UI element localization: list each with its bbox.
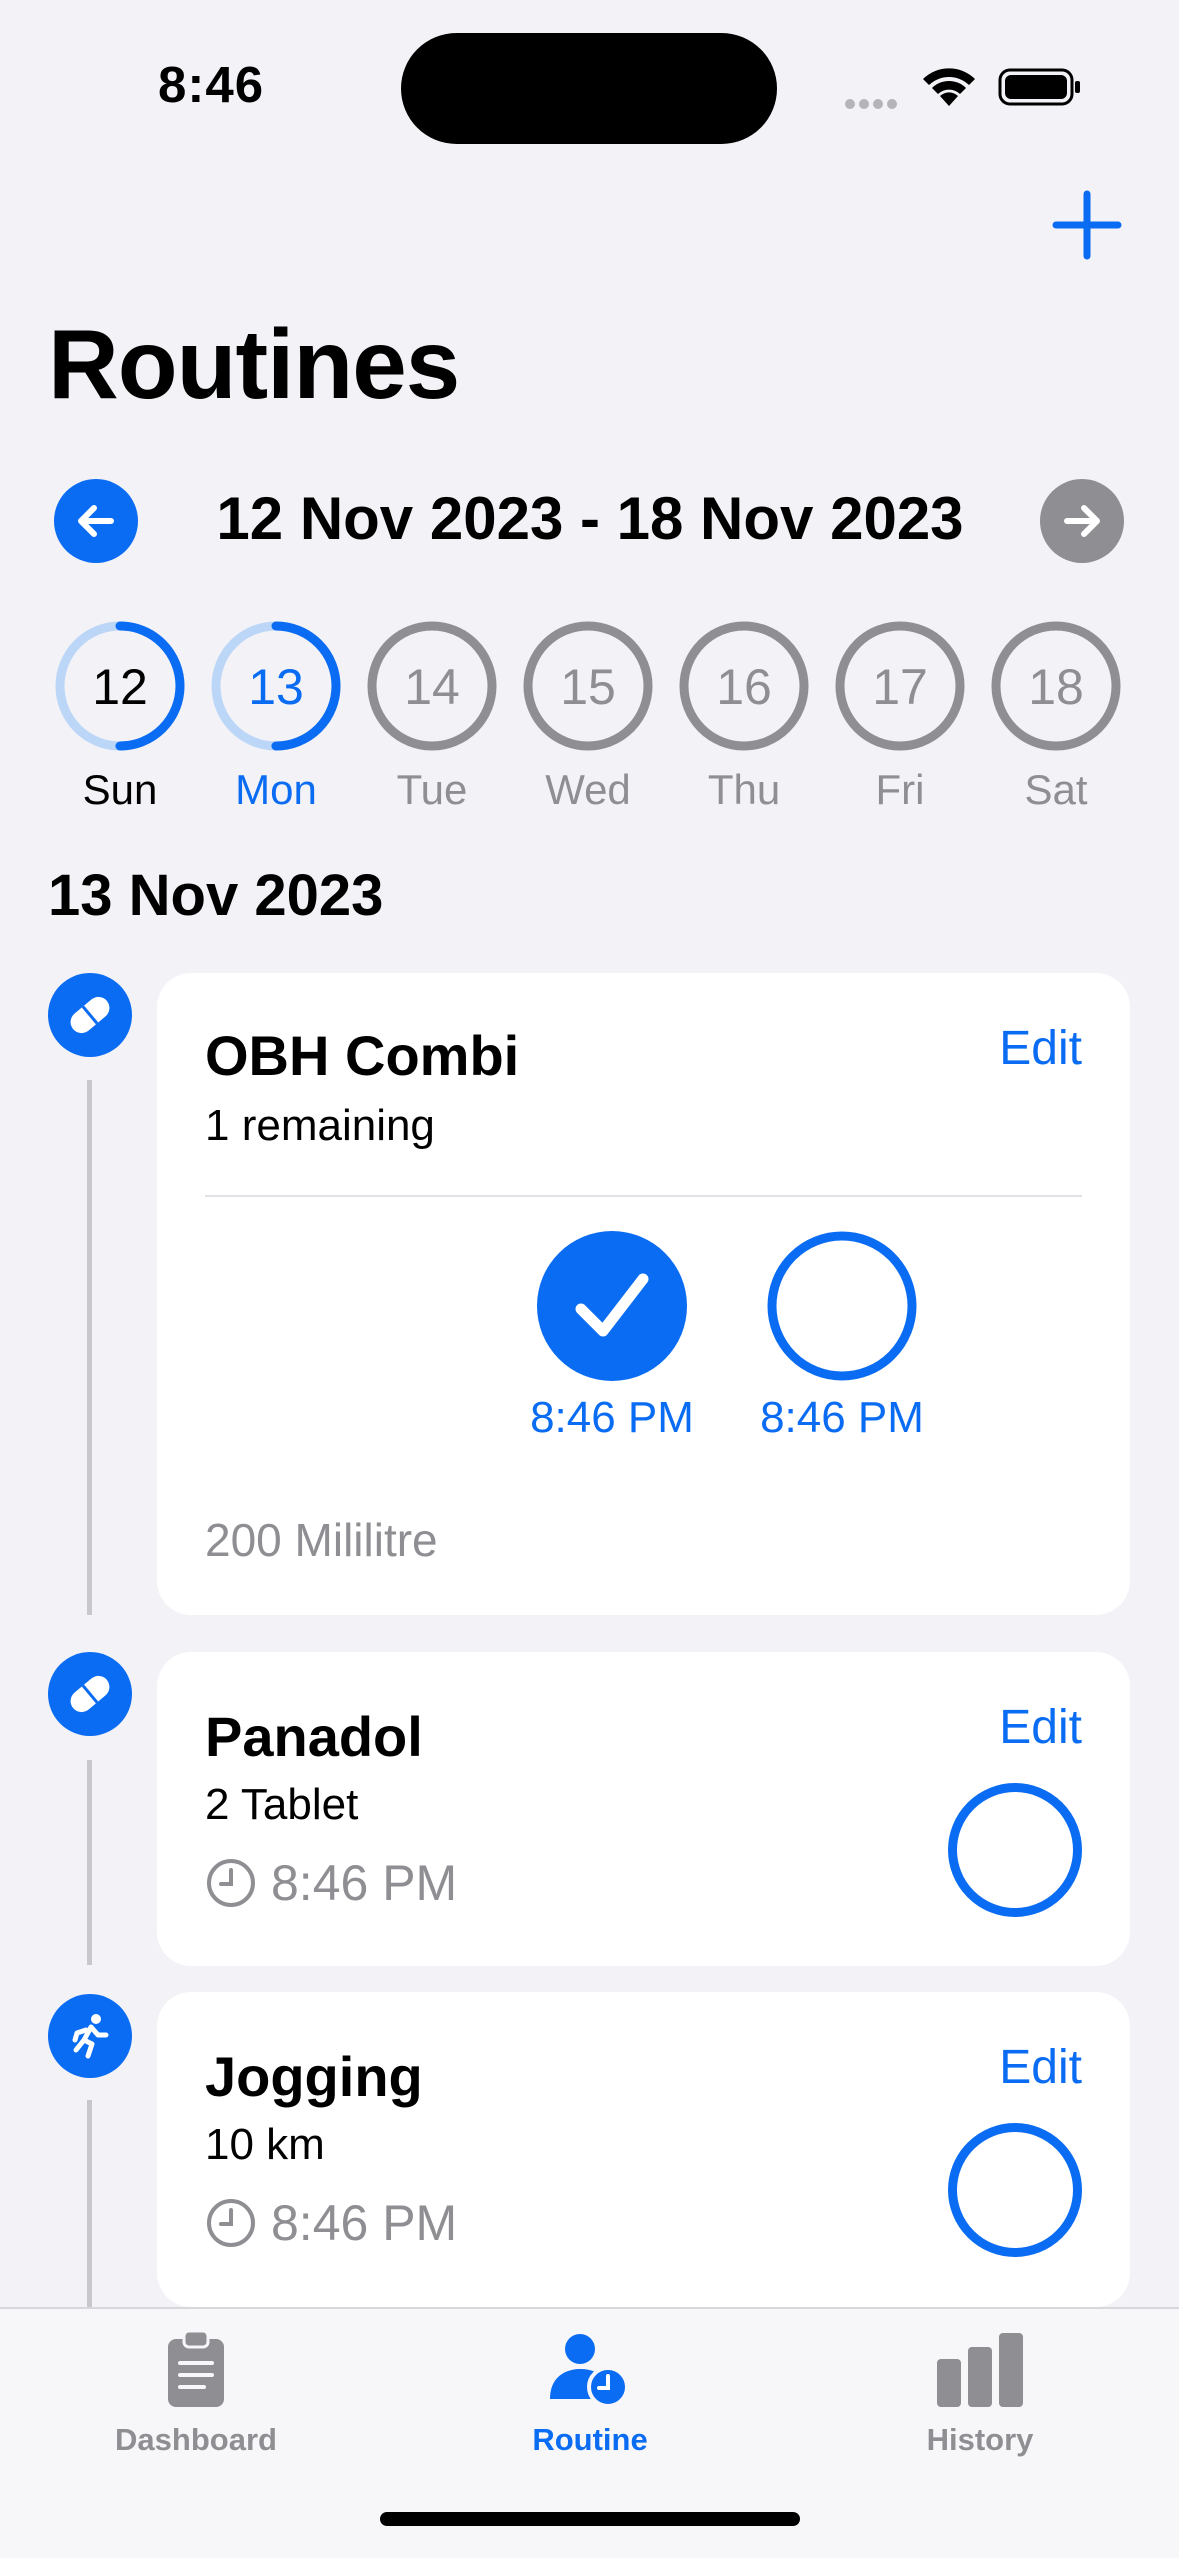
routine-title: Jogging bbox=[205, 2045, 423, 2108]
tab-label: Routine bbox=[532, 2422, 648, 2457]
pill-icon bbox=[48, 1652, 132, 1736]
complete-checkbox[interactable] bbox=[948, 2123, 1082, 2257]
day-label: Mon bbox=[235, 766, 317, 813]
arrow-right-icon bbox=[1064, 505, 1100, 537]
empty-circle-icon bbox=[767, 1231, 917, 1381]
page-title: Routines bbox=[48, 309, 460, 419]
person-clock-icon bbox=[550, 2334, 629, 2408]
routine-distance: 10 km bbox=[205, 2120, 325, 2169]
divider bbox=[205, 1195, 1082, 1197]
routine-time-row: 8:46 PM bbox=[205, 2194, 457, 2252]
previous-week-button[interactable] bbox=[54, 479, 138, 563]
tab-label: Dashboard bbox=[115, 2422, 277, 2457]
day-label: Thu bbox=[707, 766, 781, 813]
week-range-label: 12 Nov 2023 - 18 Nov 2023 bbox=[216, 485, 964, 552]
timeline-line bbox=[87, 1760, 92, 1965]
routine-card: Panadol 2 Tablet 8:46 PM Edit bbox=[157, 1652, 1130, 1966]
next-week-button[interactable] bbox=[1040, 479, 1124, 563]
routine-remaining: 1 remaining bbox=[205, 1101, 435, 1150]
day-number: 12 bbox=[92, 659, 148, 715]
day-number: 14 bbox=[404, 659, 460, 715]
routine-card: Jogging 10 km 8:46 PM Edit bbox=[157, 1992, 1130, 2307]
tab-history[interactable]: History bbox=[830, 2329, 1130, 2458]
clock-icon bbox=[207, 2199, 255, 2247]
tab-dashboard[interactable]: Dashboard bbox=[46, 2329, 346, 2458]
dose-time: 8:46 PM bbox=[760, 1393, 924, 1442]
pill-icon bbox=[48, 973, 132, 1057]
day-fri[interactable]: 17 Fri bbox=[830, 618, 970, 818]
day-number: 15 bbox=[560, 659, 616, 715]
dose-checkbox-done[interactable]: 8:46 PM bbox=[527, 1231, 697, 1443]
day-label: Fri bbox=[875, 766, 925, 813]
day-tue[interactable]: 14 Tue bbox=[362, 618, 502, 818]
day-wed[interactable]: 15 Wed bbox=[518, 618, 658, 818]
dynamic-island bbox=[401, 33, 777, 144]
day-label: Wed bbox=[545, 766, 631, 813]
tab-routine[interactable]: Routine bbox=[440, 2329, 740, 2458]
clock-icon bbox=[207, 1859, 255, 1907]
day-number: 13 bbox=[248, 659, 304, 715]
running-icon bbox=[48, 1994, 132, 2078]
wifi-icon bbox=[923, 68, 975, 106]
status-time: 8:46 bbox=[158, 56, 265, 113]
bar-chart-icon bbox=[937, 2333, 1023, 2407]
dose-amount: 200 Mililitre bbox=[205, 1514, 438, 1566]
routine-card: OBH Combi 1 remaining Edit 8:46 PM 8:46 … bbox=[157, 973, 1130, 1615]
day-sun[interactable]: 12 Sun bbox=[50, 618, 190, 818]
checkmark-circle-icon bbox=[537, 1231, 687, 1381]
battery-icon bbox=[998, 68, 1080, 106]
day-sat[interactable]: 18 Sat bbox=[986, 618, 1126, 818]
timeline-line bbox=[87, 2100, 92, 2307]
routine-dosage: 2 Tablet bbox=[205, 1780, 359, 1829]
day-thu[interactable]: 16 Thu bbox=[674, 618, 814, 818]
tab-label: History bbox=[926, 2422, 1034, 2457]
routine-time-row: 8:46 PM bbox=[205, 1854, 457, 1912]
clipboard-icon bbox=[168, 2329, 224, 2407]
day-label: Sun bbox=[82, 766, 158, 813]
routine-title: Panadol bbox=[205, 1705, 423, 1768]
edit-button[interactable]: Edit bbox=[999, 1700, 1082, 1755]
day-number: 17 bbox=[872, 659, 928, 715]
add-routine-button[interactable] bbox=[1052, 190, 1122, 260]
dose-time: 8:46 PM bbox=[530, 1393, 694, 1442]
day-mon[interactable]: 13 Mon bbox=[206, 618, 346, 818]
day-label: Tue bbox=[396, 766, 468, 813]
cellular-signal-icon bbox=[845, 96, 905, 109]
day-number: 18 bbox=[1028, 659, 1084, 715]
timeline-line bbox=[87, 1080, 92, 1615]
routine-title: OBH Combi bbox=[205, 1024, 520, 1087]
edit-button[interactable]: Edit bbox=[999, 1021, 1082, 1076]
routine-time: 8:46 PM bbox=[271, 2195, 458, 2251]
selected-date-heading: 13 Nov 2023 bbox=[48, 863, 384, 928]
home-indicator bbox=[380, 2512, 800, 2526]
edit-button[interactable]: Edit bbox=[999, 2040, 1082, 2095]
complete-checkbox[interactable] bbox=[948, 1783, 1082, 1917]
day-label: Sat bbox=[1024, 766, 1088, 813]
arrow-left-icon bbox=[78, 505, 114, 537]
dose-checkbox-pending[interactable]: 8:46 PM bbox=[757, 1231, 927, 1443]
routine-time: 8:46 PM bbox=[271, 1855, 458, 1911]
day-number: 16 bbox=[716, 659, 772, 715]
